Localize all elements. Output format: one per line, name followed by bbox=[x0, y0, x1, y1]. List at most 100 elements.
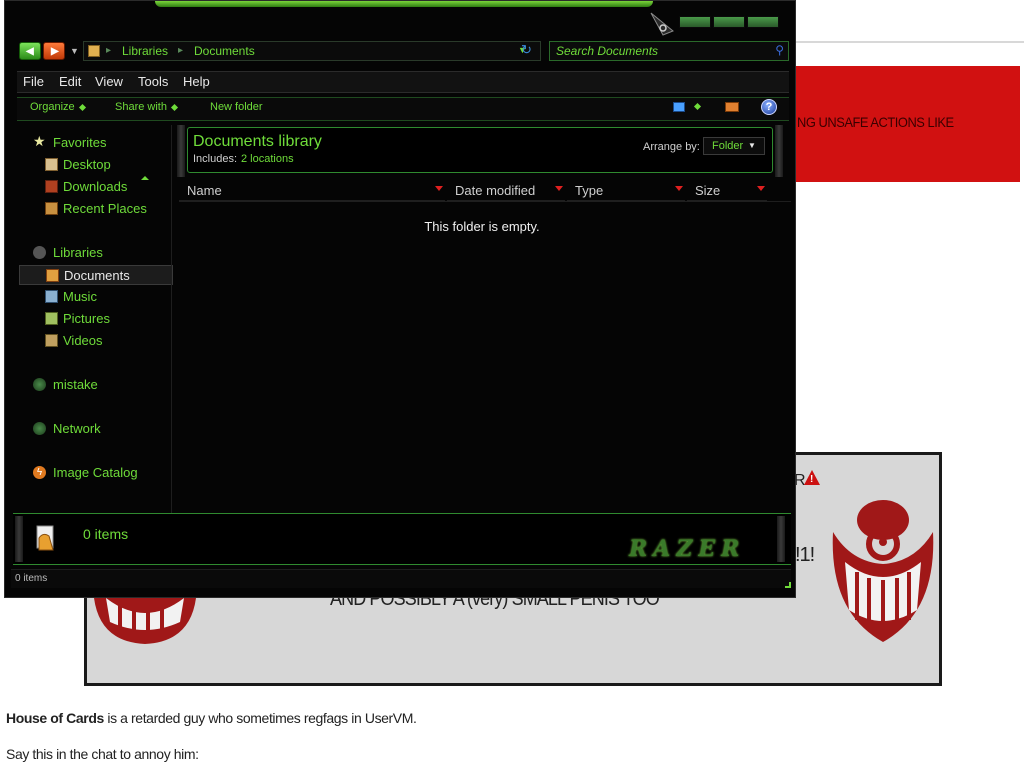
library-documents-icon bbox=[36, 525, 54, 551]
resize-grip-icon[interactable] bbox=[785, 582, 791, 588]
menu-view[interactable]: View bbox=[95, 74, 123, 89]
nav-favorites[interactable]: ★ Favorites bbox=[15, 133, 169, 153]
nav-documents-label: Documents bbox=[64, 268, 130, 283]
header-frame-right bbox=[775, 125, 783, 177]
navigation-pane: ★ Favorites Desktop Downloads Recent Pla… bbox=[15, 125, 173, 513]
column-filter-dropdown[interactable] bbox=[675, 186, 683, 191]
address-bar[interactable]: ▸ Libraries ▸ Documents ▼ bbox=[83, 41, 541, 61]
menu-file[interactable]: File bbox=[23, 74, 44, 89]
page-divider bbox=[795, 41, 1024, 43]
menu-bar: File Edit View Tools Help bbox=[17, 71, 789, 93]
nav-recent-places[interactable]: Recent Places bbox=[15, 199, 169, 219]
videos-icon bbox=[45, 334, 58, 347]
nav-desktop[interactable]: Desktop bbox=[15, 155, 169, 175]
menu-help[interactable]: Help bbox=[183, 74, 210, 89]
view-options-dropdown[interactable] bbox=[693, 102, 702, 111]
column-date-modified[interactable]: Date modified bbox=[447, 181, 565, 202]
column-type-label: Type bbox=[575, 183, 604, 198]
preview-pane-icon[interactable] bbox=[725, 102, 739, 112]
maximize-button[interactable] bbox=[713, 16, 745, 28]
nav-network-label: Network bbox=[53, 421, 101, 436]
chevron-down-icon: ▼ bbox=[748, 141, 756, 150]
status-bar: 0 items bbox=[11, 569, 791, 588]
nav-libraries[interactable]: Libraries bbox=[15, 243, 169, 263]
chevron-right-icon: ▸ bbox=[178, 45, 184, 56]
nav-image-catalog[interactable]: ϟ Image Catalog bbox=[15, 463, 169, 483]
refresh-icon[interactable]: ↻ bbox=[521, 42, 532, 58]
column-name[interactable]: Name bbox=[179, 181, 445, 202]
libraries-icon bbox=[33, 246, 46, 259]
sort-indicator-icon bbox=[141, 176, 149, 180]
dropdown-arrow-icon bbox=[78, 103, 86, 111]
new-folder-button[interactable]: New folder bbox=[210, 101, 263, 113]
documents-icon bbox=[46, 269, 59, 282]
article-paragraph-text: is a retarded guy who sometimes regfags … bbox=[103, 710, 417, 726]
exclamation-icon: ! bbox=[810, 474, 814, 485]
window-caption-buttons bbox=[679, 16, 779, 28]
nav-downloads[interactable]: Downloads bbox=[15, 177, 169, 197]
library-folder-icon bbox=[88, 45, 100, 57]
network-icon bbox=[33, 422, 46, 435]
nav-pictures[interactable]: Pictures bbox=[15, 309, 169, 329]
explorer-window: ◀ ▶ ▼ ▸ Libraries ▸ Documents ▼ ↻ ⚲ File… bbox=[4, 0, 796, 598]
navigation-bar: ◀ ▶ ▼ ▸ Libraries ▸ Documents ▼ ↻ ⚲ bbox=[17, 41, 789, 63]
dropdown-arrow-icon bbox=[170, 103, 179, 111]
share-with-button[interactable]: Share with bbox=[115, 101, 179, 113]
minimize-button[interactable] bbox=[679, 16, 711, 28]
star-icon: ★ bbox=[33, 133, 46, 149]
menu-edit[interactable]: Edit bbox=[59, 74, 81, 89]
pictures-icon bbox=[45, 312, 58, 325]
arrange-by-dropdown[interactable]: Folder ▼ bbox=[703, 137, 765, 155]
organize-button[interactable]: Organize bbox=[30, 101, 86, 113]
details-pane: 0 items RAZER bbox=[13, 513, 791, 565]
trollface-image-right bbox=[832, 500, 934, 642]
column-filter-dropdown[interactable] bbox=[435, 186, 443, 191]
search-icon[interactable]: ⚲ bbox=[775, 43, 784, 57]
desktop-icon bbox=[45, 158, 58, 171]
nav-documents[interactable]: Documents bbox=[19, 265, 173, 285]
nav-mistake[interactable]: mistake bbox=[15, 375, 169, 395]
menu-tools[interactable]: Tools bbox=[138, 74, 168, 89]
music-icon bbox=[45, 290, 58, 303]
library-locations-link[interactable]: 2 locations bbox=[241, 153, 294, 165]
close-button[interactable] bbox=[747, 16, 779, 28]
search-input[interactable] bbox=[556, 43, 756, 59]
library-header: Documents library Includes: 2 locations … bbox=[175, 125, 791, 177]
column-filter-dropdown[interactable] bbox=[757, 186, 765, 191]
status-text: 0 items bbox=[15, 573, 48, 584]
downloads-icon bbox=[45, 180, 58, 193]
nav-recent-places-label: Recent Places bbox=[63, 201, 147, 216]
command-bar: Organize Share with New folder ? bbox=[17, 97, 789, 121]
back-arrow-icon: ◀ bbox=[26, 46, 34, 57]
nav-mistake-label: mistake bbox=[53, 377, 98, 392]
nav-network[interactable]: Network bbox=[15, 419, 169, 439]
breadcrumb-libraries[interactable]: Libraries bbox=[122, 44, 168, 58]
back-button[interactable]: ◀ bbox=[19, 42, 41, 60]
help-icon[interactable]: ? bbox=[761, 99, 777, 115]
banner-text: NG UNSAFE ACTIONS LIKE bbox=[797, 114, 954, 130]
recent-pages-dropdown[interactable]: ▼ bbox=[70, 46, 79, 56]
nav-image-catalog-label: Image Catalog bbox=[53, 465, 138, 480]
article-paragraph: House of Cards is a retarded guy who som… bbox=[6, 710, 417, 726]
trollface-image-left bbox=[94, 598, 196, 644]
forward-button[interactable]: ▶ bbox=[43, 42, 65, 60]
nav-music[interactable]: Music bbox=[15, 287, 169, 307]
nav-videos[interactable]: Videos bbox=[15, 331, 169, 351]
header-frame-left bbox=[177, 125, 185, 177]
arrange-by-label: Arrange by: bbox=[643, 141, 700, 153]
article-paragraph: Say this in the chat to annoy him: bbox=[6, 746, 199, 762]
column-filter-dropdown[interactable] bbox=[555, 186, 563, 191]
homegroup-icon bbox=[33, 378, 46, 391]
column-size[interactable]: Size bbox=[687, 181, 767, 202]
pane-divider[interactable] bbox=[171, 125, 172, 515]
forward-arrow-icon: ▶ bbox=[51, 46, 59, 57]
article-link-house-of-cards[interactable]: House of Cards bbox=[6, 710, 104, 726]
recent-places-icon bbox=[45, 202, 58, 215]
nav-videos-label: Videos bbox=[63, 333, 103, 348]
breadcrumb-documents[interactable]: Documents bbox=[194, 44, 255, 58]
titlebar-accent bbox=[155, 1, 653, 7]
change-view-icon[interactable] bbox=[673, 102, 685, 112]
column-type[interactable]: Type bbox=[567, 181, 685, 202]
nav-favorites-label: Favorites bbox=[53, 135, 107, 150]
column-date-label: Date modified bbox=[455, 183, 536, 198]
